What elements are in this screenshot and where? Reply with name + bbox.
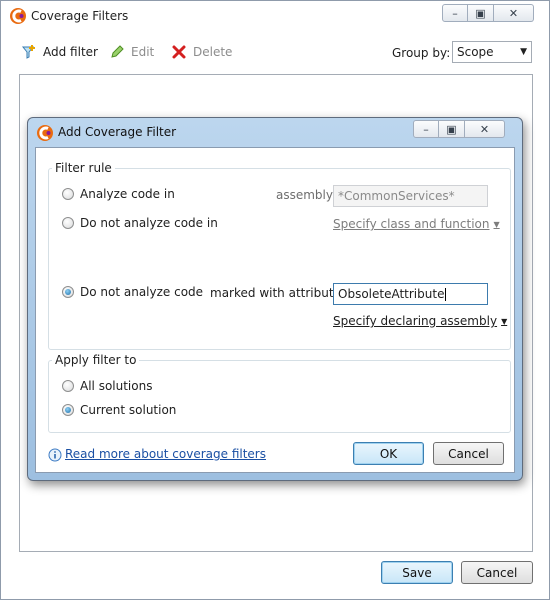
radio-not-analyze-attribute[interactable]: Do not analyze code [62,285,203,299]
group-by-label: Group by: [392,46,451,60]
maximize-icon[interactable]: ▣ [468,4,494,22]
specify-declaring-assembly-link[interactable]: Specify declaring assembly ▼ [333,314,507,328]
read-more-link[interactable]: Read more about coverage filters [65,447,266,461]
radio-button-icon [62,380,74,392]
radio-not-analyze-attr-label: Do not analyze code [80,285,204,299]
minimize-icon[interactable]: – [413,120,439,138]
filter-rule-legend: Filter rule [52,161,115,175]
delete-icon [171,44,187,60]
attribute-input[interactable]: ObsoleteAttribute [333,283,488,305]
radio-all-solutions[interactable]: All solutions [62,379,152,393]
text-caret [445,287,447,301]
add-filter-button[interactable]: Add filter [21,44,98,60]
group-by-value: Scope [457,45,494,59]
radio-analyze-code-in[interactable]: Analyze code in [62,187,175,201]
attribute-value: ObsoleteAttribute [338,287,445,301]
save-button[interactable]: Save [381,561,453,584]
close-icon[interactable]: ✕ [494,4,534,22]
dialog-title: Add Coverage Filter [58,125,177,139]
add-coverage-filter-dialog: Add Coverage Filter – ▣ ✕ Filter rule An… [27,117,523,481]
marked-with-attribute-label: marked with attribute [210,286,341,300]
dotcover-icon [9,7,27,25]
radio-analyze-label: Analyze code in [80,187,175,201]
radio-current-solution[interactable]: Current solution [62,403,176,417]
pencil-icon [109,44,125,60]
maximize-icon[interactable]: ▣ [439,120,465,138]
dialog-content: Filter rule Analyze code in Do not analy… [35,147,515,473]
window-title: Coverage Filters [31,9,129,23]
radio-button-icon [62,404,74,416]
radio-current-solution-label: Current solution [80,403,177,417]
delete-label: Delete [193,45,233,59]
add-filter-icon [21,44,37,60]
dotcover-icon [36,124,54,142]
add-filter-label: Add filter [43,45,98,59]
apply-filter-legend: Apply filter to [52,353,140,367]
radio-all-solutions-label: All solutions [80,379,153,393]
radio-button-icon [62,188,74,200]
edit-label: Edit [131,45,155,59]
specify-class-label: Specify class and function [333,217,490,231]
assembly-input[interactable]: *CommonServices* [333,185,488,207]
window-controls: – ▣ ✕ [442,4,534,22]
title-bar[interactable]: Coverage Filters – ▣ ✕ [1,1,549,32]
chevron-down-icon: ▼ [501,316,508,326]
radio-button-icon [62,286,74,298]
close-icon[interactable]: ✕ [465,120,505,138]
info-icon [48,448,62,462]
dialog-window-controls: – ▣ ✕ [413,120,505,138]
delete-button[interactable]: Delete [171,44,232,60]
cancel-button[interactable]: Cancel [461,561,533,584]
edit-button[interactable]: Edit [109,44,154,60]
specify-class-function-link[interactable]: Specify class and function ▼ [333,217,500,231]
dialog-cancel-button[interactable]: Cancel [433,442,504,465]
group-by-select[interactable]: Scope ▼ [452,41,532,63]
radio-not-analyze-code-in[interactable]: Do not analyze code in [62,216,218,230]
ok-button[interactable]: OK [353,442,424,465]
radio-button-icon [62,217,74,229]
minimize-icon[interactable]: – [442,4,468,22]
apply-filter-group [48,360,511,433]
chevron-down-icon: ▼ [520,47,527,57]
radio-not-analyze-in-label: Do not analyze code in [80,216,218,230]
chevron-down-icon: ▼ [493,219,500,229]
assembly-label: assembly [276,188,333,202]
specify-assembly-label: Specify declaring assembly [333,314,498,328]
